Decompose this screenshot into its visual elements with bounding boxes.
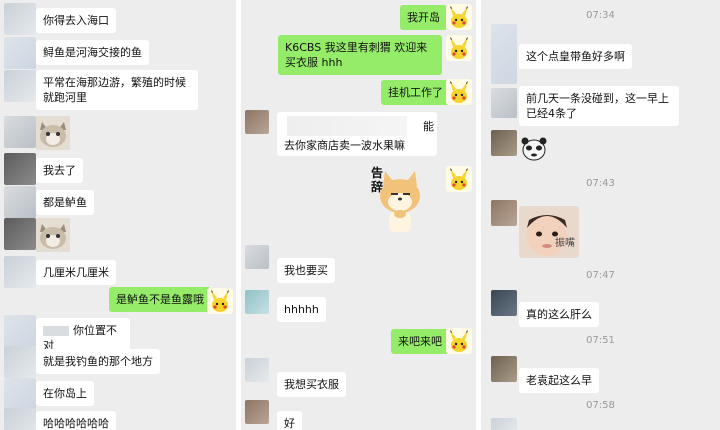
panda-meme-sticker[interactable] xyxy=(519,136,549,162)
pikachu-avatar[interactable] xyxy=(446,4,472,30)
avatar[interactable] xyxy=(4,153,36,185)
message-bubble[interactable]: 好 xyxy=(277,411,302,430)
avatar[interactable] xyxy=(4,256,36,288)
shiba-dog-sticker[interactable] xyxy=(371,168,429,234)
avatar[interactable] xyxy=(4,3,36,35)
message-bubble[interactable]: 哈哈哈哈哈哈 xyxy=(36,411,116,430)
message-bubble[interactable]: 你得去入海口 xyxy=(36,8,116,33)
avatar[interactable] xyxy=(4,70,36,102)
message-bubble[interactable]: 真的这么肝么 xyxy=(519,302,599,327)
redacted-block xyxy=(287,116,407,136)
avatar[interactable] xyxy=(4,218,36,250)
message-bubble[interactable]: 我也要买 xyxy=(277,258,335,283)
message-bubble[interactable]: 我想买衣服 xyxy=(277,372,346,397)
chat-panel-left[interactable]: 你得去入海口 鲟鱼是河海交接的鱼 平常在海那边游，繁殖的时候就跑河里 我去了 都… xyxy=(0,0,236,430)
message-bubble-self[interactable]: 是鲈鱼不是鱼露哦 xyxy=(109,287,211,312)
avatar[interactable] xyxy=(491,290,517,316)
message-bubble[interactable]: 老袁起这么早 xyxy=(519,368,599,393)
avatar[interactable] xyxy=(4,378,36,410)
redacted-block xyxy=(43,326,69,336)
timestamp: 07:51 xyxy=(586,335,615,346)
message-bubble[interactable]: 鲟鱼是河海交接的鱼 xyxy=(36,40,149,65)
chat-panel-middle[interactable]: 我开岛 K6CBS 我这里有刺猬 欢迎来买衣服 hhh 挂机工作了 能 去你家商… xyxy=(241,0,476,430)
pikachu-avatar[interactable] xyxy=(446,328,472,354)
avatar[interactable] xyxy=(491,418,517,430)
avatar[interactable] xyxy=(245,400,269,424)
avatar[interactable] xyxy=(491,200,517,226)
message-text: 能 xyxy=(423,120,434,133)
avatar[interactable] xyxy=(4,116,36,148)
message-bubble[interactable]: hhhhh xyxy=(277,297,326,322)
message-bubble[interactable]: 我去了 xyxy=(36,158,83,183)
message-text: 去你家商店卖一波水果嘛 xyxy=(284,139,405,152)
avatar[interactable] xyxy=(245,245,269,269)
pikachu-avatar[interactable] xyxy=(207,288,233,314)
message-bubble[interactable]: 就是我钓鱼的那个地方 xyxy=(36,349,160,374)
avatar[interactable] xyxy=(491,88,517,118)
avatar[interactable] xyxy=(245,290,269,314)
message-bubble-self[interactable]: K6CBS 我这里有刺猬 欢迎来买衣服 hhh xyxy=(278,35,442,75)
timestamp: 07:43 xyxy=(586,178,615,189)
chat-collage: 你得去入海口 鲟鱼是河海交接的鱼 平常在海那边游，繁殖的时候就跑河里 我去了 都… xyxy=(0,0,720,430)
message-bubble[interactable]: 都是鲈鱼 xyxy=(36,190,94,215)
message-bubble[interactable]: 前几天一条没碰到，这一早上已经4条了 xyxy=(519,86,679,126)
avatar[interactable] xyxy=(245,110,269,134)
timestamp: 07:58 xyxy=(586,400,615,411)
avatar[interactable] xyxy=(4,186,36,218)
avatar[interactable] xyxy=(4,37,36,69)
pikachu-avatar[interactable] xyxy=(446,35,472,61)
baby-photo-meme[interactable]: 振嘴 xyxy=(519,206,579,258)
message-bubble-self[interactable]: 挂机工作了 xyxy=(381,80,450,105)
message-bubble[interactable]: 平常在海那边游，繁殖的时候就跑河里 xyxy=(36,70,198,110)
message-bubble[interactable]: 能 去你家商店卖一波水果嘛 xyxy=(277,112,437,156)
message-bubble-self[interactable]: 来吧来吧 xyxy=(391,329,449,354)
message-bubble[interactable]: 在你岛上 xyxy=(36,381,94,406)
avatar[interactable] xyxy=(4,408,36,430)
pikachu-avatar[interactable] xyxy=(446,79,472,105)
cat-sticker[interactable] xyxy=(36,116,70,150)
meme-caption: 振嘴 xyxy=(555,238,575,249)
avatar[interactable] xyxy=(491,356,517,382)
cat-sticker[interactable] xyxy=(36,218,70,252)
message-bubble-self[interactable]: 我开岛 xyxy=(400,5,447,30)
message-bubble[interactable]: 几厘米几厘米 xyxy=(36,260,116,285)
avatar[interactable] xyxy=(245,358,269,382)
avatar[interactable] xyxy=(4,346,36,378)
pikachu-avatar[interactable] xyxy=(446,166,472,192)
chat-panel-right[interactable]: 07:34 这个点皇带鱼好多啊 前几天一条没碰到，这一早上已经4条了 07:43 xyxy=(481,0,720,430)
message-bubble[interactable]: 这个点皇带鱼好多啊 xyxy=(519,44,632,69)
avatar[interactable] xyxy=(4,315,36,347)
timestamp: 07:34 xyxy=(586,10,615,21)
avatar[interactable] xyxy=(491,24,517,84)
avatar[interactable] xyxy=(491,130,517,156)
timestamp: 07:47 xyxy=(586,270,615,281)
